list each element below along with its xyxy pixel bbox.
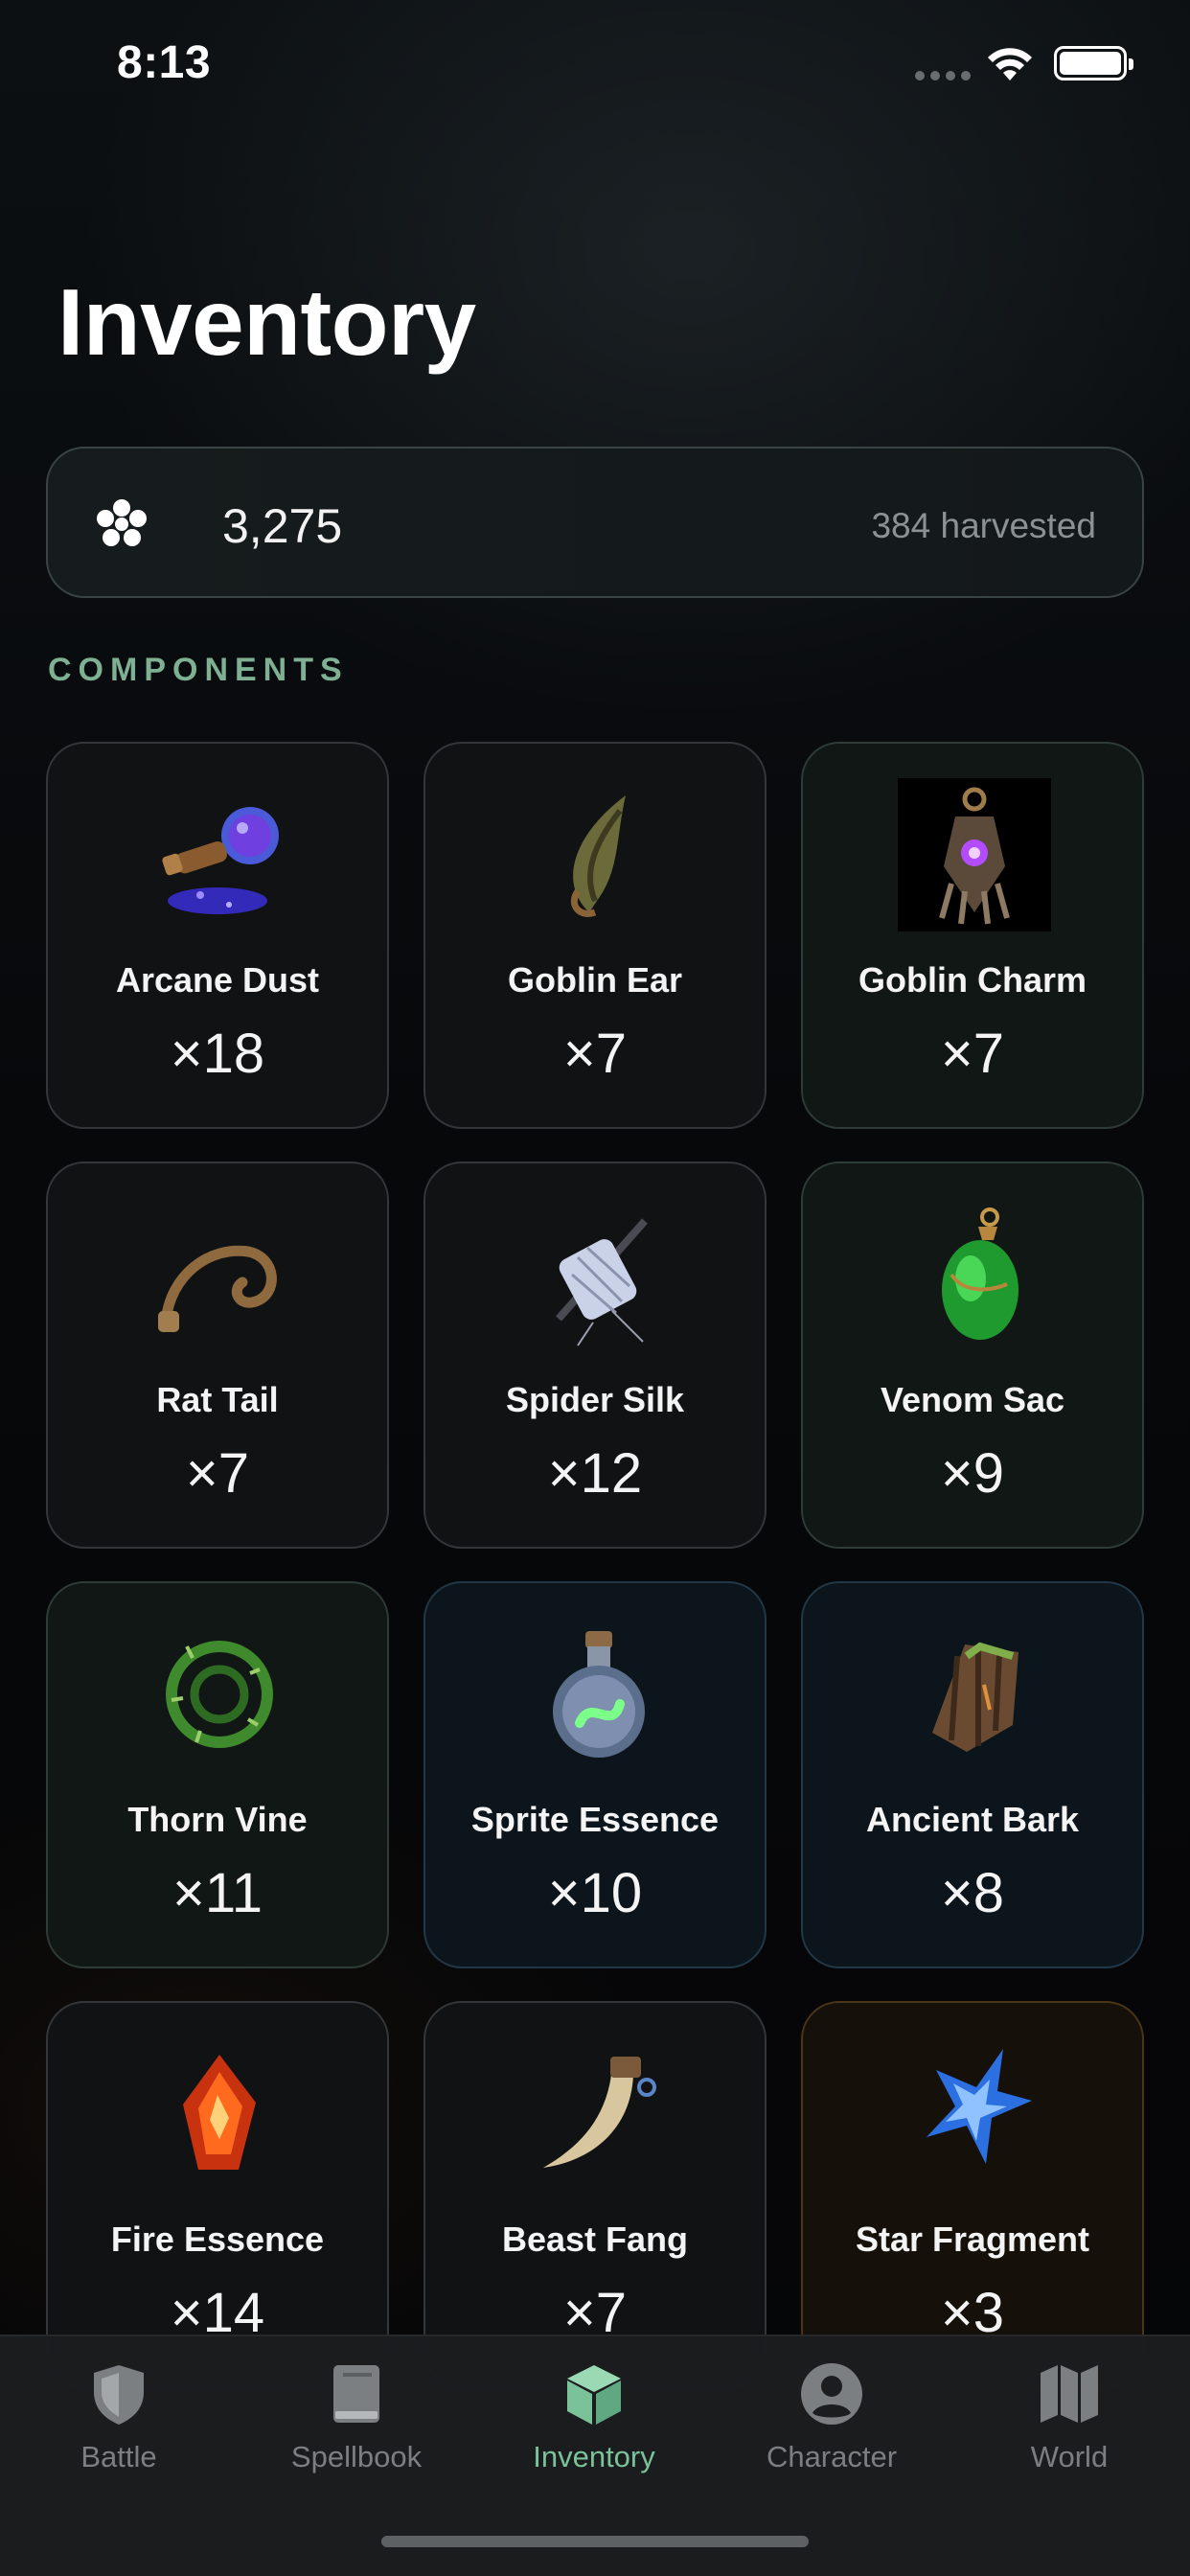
- page-title: Inventory: [57, 269, 476, 375]
- fire-essence-icon: [183, 2055, 256, 2170]
- component-name: Goblin Charm: [858, 960, 1087, 1000]
- component-name: Spider Silk: [505, 1380, 685, 1419]
- component-quantity: ×10: [547, 1862, 643, 1924]
- box-icon: [567, 2365, 621, 2425]
- tab-label: Character: [766, 2440, 898, 2473]
- component-name: Thorn Vine: [127, 1800, 308, 1839]
- component-quantity: ×7: [940, 1023, 1005, 1085]
- component-card[interactable]: Goblin Ear ×7: [423, 742, 767, 1129]
- cellular-signal-icon: [915, 71, 971, 80]
- status-bar: 8:13: [0, 0, 1190, 134]
- component-card[interactable]: Thorn Vine ×11: [46, 1581, 389, 1968]
- component-name: Sprite Essence: [470, 1800, 720, 1839]
- tab-label: Spellbook: [290, 2440, 423, 2473]
- currency-amount: 3,275: [222, 499, 343, 553]
- component-quantity: ×18: [170, 1023, 265, 1085]
- beast-fang-icon: [543, 2057, 656, 2168]
- component-name: Arcane Dust: [115, 960, 320, 1000]
- tab-label: Inventory: [533, 2440, 655, 2473]
- thorn-vine-icon: [166, 1641, 273, 1748]
- tab-spellbook[interactable]: Spellbook: [238, 2359, 475, 2494]
- component-card[interactable]: Fire Essence ×14: [46, 2001, 389, 2388]
- component-card[interactable]: Arcane Dust ×18: [46, 742, 389, 1129]
- tab-inventory[interactable]: Inventory: [475, 2359, 713, 2494]
- shield-icon: [94, 2365, 144, 2425]
- ancient-bark-icon: [932, 1642, 1018, 1752]
- component-card[interactable]: Beast Fang ×7: [423, 2001, 767, 2388]
- currency-bar[interactable]: 3,275 384 harvested: [46, 447, 1144, 598]
- component-card[interactable]: Spider Silk ×12: [423, 1162, 767, 1549]
- tab-label: World: [1030, 2440, 1109, 2473]
- component-quantity: ×7: [185, 1442, 250, 1505]
- component-quantity: ×12: [547, 1442, 643, 1505]
- component-name: Ancient Bark: [865, 1800, 1080, 1839]
- venom-sac-icon: [942, 1208, 1018, 1340]
- goblin-ear-icon: [570, 795, 626, 917]
- rat-tail-icon: [158, 1245, 277, 1332]
- inventory-screen: 8:13 Inventory 3,275 384 harvested COMPO…: [0, 0, 1190, 2576]
- component-card[interactable]: Ancient Bark ×8: [801, 1581, 1144, 1968]
- component-card[interactable]: Sprite Essence ×10: [423, 1581, 767, 1968]
- star-fragment-icon: [927, 2049, 1032, 2164]
- tab-world[interactable]: World: [950, 2359, 1188, 2494]
- component-name: Beast Fang: [501, 2220, 689, 2259]
- tab-battle[interactable]: Battle: [0, 2359, 238, 2494]
- arcane-dust-icon: [162, 807, 279, 914]
- goblin-charm-icon: [898, 778, 1051, 932]
- component-card[interactable]: Venom Sac ×9: [801, 1162, 1144, 1549]
- component-name: Rat Tail: [156, 1380, 279, 1419]
- component-name: Fire Essence: [110, 2220, 325, 2259]
- component-quantity: ×11: [172, 1862, 263, 1924]
- map-icon: [1041, 2365, 1098, 2423]
- component-name: Venom Sac: [880, 1380, 1065, 1419]
- person-icon: [801, 2363, 862, 2425]
- battery-icon: [1054, 46, 1133, 80]
- component-quantity: ×7: [562, 1023, 628, 1085]
- home-indicator: [381, 2536, 809, 2547]
- component-name: Goblin Ear: [507, 960, 683, 1000]
- section-label-components: COMPONENTS: [48, 652, 349, 688]
- component-card[interactable]: Star Fragment ×3: [801, 2001, 1144, 2388]
- wifi-icon: [988, 48, 1032, 80]
- status-time: 8:13: [117, 37, 212, 88]
- tab-character[interactable]: Character: [713, 2359, 950, 2494]
- harvested-count: 384 harvested: [871, 506, 1096, 545]
- sprite-essence-icon: [553, 1631, 645, 1758]
- tab-label: Battle: [80, 2440, 157, 2473]
- flower-currency-icon: [97, 499, 147, 546]
- component-quantity: ×9: [940, 1442, 1005, 1505]
- component-quantity: ×8: [940, 1862, 1005, 1924]
- component-card[interactable]: Goblin Charm ×7: [801, 742, 1144, 1129]
- book-icon: [333, 2365, 379, 2423]
- spider-silk-icon: [556, 1218, 648, 1346]
- component-card[interactable]: Rat Tail ×7: [46, 1162, 389, 1549]
- component-name: Star Fragment: [855, 2220, 1090, 2259]
